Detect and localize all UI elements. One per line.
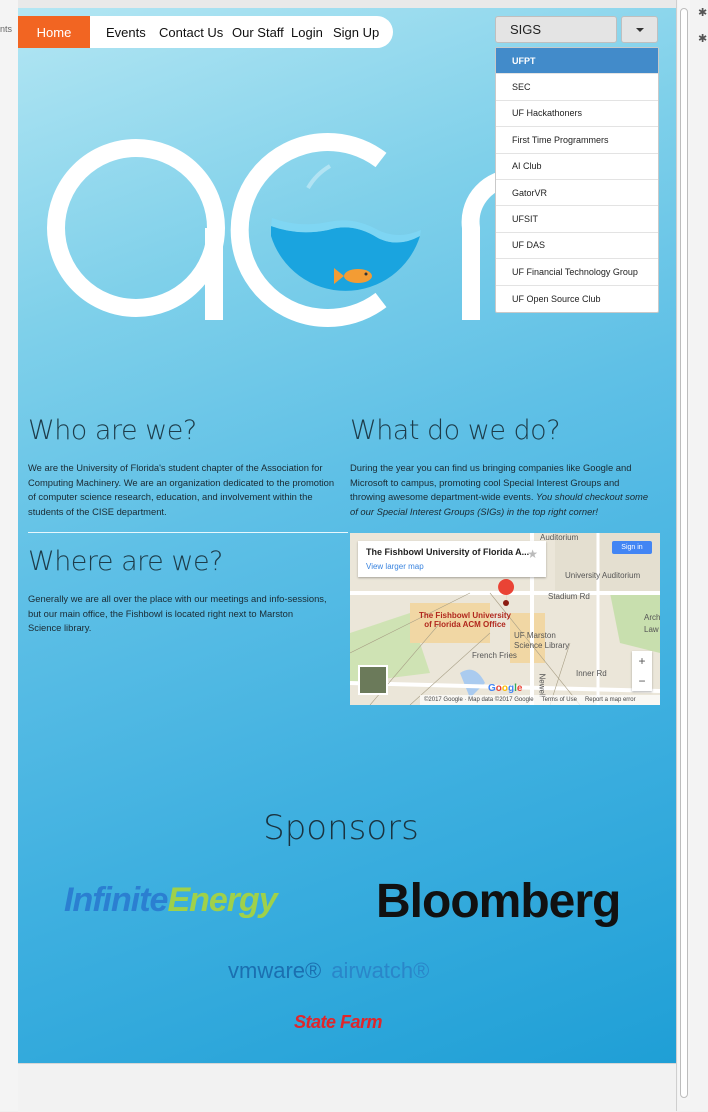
map-larger-link[interactable]: View larger map: [366, 562, 424, 571]
what-heading: What do we do?: [350, 415, 561, 446]
sig-item-ai-club[interactable]: AI Club: [496, 154, 658, 180]
map-label-fishbowl: The Fishbowl University of Florida ACM Of…: [410, 611, 520, 629]
nav-login[interactable]: Login: [291, 16, 323, 48]
sig-item-open-source[interactable]: UF Open Source Club: [496, 286, 658, 312]
map-signin-button[interactable]: Sign in: [612, 541, 652, 554]
map-label-library-1: UF Marston: [514, 631, 556, 640]
nav-contact[interactable]: Contact Us: [159, 16, 223, 48]
gear-icon-2[interactable]: ✱: [698, 32, 707, 45]
sig-item-ufpt[interactable]: UFPT: [496, 48, 658, 75]
page-footer-area: [18, 1063, 676, 1112]
sig-item-ufsit[interactable]: UFSIT: [496, 206, 658, 233]
nav-events[interactable]: Events: [106, 16, 146, 48]
map-label-archi: Archite: [644, 613, 660, 622]
map-street-view-thumbnail[interactable]: [358, 665, 388, 695]
where-text: Generally we are all over the place with…: [28, 593, 327, 633]
sponsor-infinite-energy-logo[interactable]: InfiniteEnergy: [64, 881, 278, 920]
map-label-auditorium: University Auditorium: [565, 571, 641, 580]
page-content: Home Events Contact Us Our Staff Login S…: [18, 8, 676, 1063]
map-title: The Fishbowl University of Florida A...: [366, 547, 530, 557]
sponsors-heading: Sponsors: [263, 808, 419, 848]
google-logo: Google: [488, 683, 523, 694]
sponsor-bloomberg-logo[interactable]: Bloomberg: [376, 874, 621, 929]
map-label-inner: Inner Rd: [576, 669, 607, 678]
sponsor-vmware-airwatch-logo[interactable]: vmware® airwatch®: [228, 958, 429, 984]
map-label-law: Law: [644, 625, 659, 634]
map-terms-link[interactable]: Terms of Use: [542, 697, 577, 703]
sigs-dropdown-button[interactable]: SIGS: [495, 16, 617, 43]
map-zoom-control: + −: [632, 651, 652, 691]
navbar: Home Events Contact Us Our Staff Login S…: [18, 16, 393, 48]
map-label-library-2: Science Library: [514, 641, 570, 650]
map-attribution: ©2017 Google · Map data ©2017 Google: [424, 697, 534, 703]
what-text: During the year you can find us bringing…: [350, 461, 655, 519]
sigs-dropdown-toggle[interactable]: [621, 16, 658, 43]
sig-item-gatorvr[interactable]: GatorVR: [496, 180, 658, 207]
map-footer: ©2017 Google · Map data ©2017 Google Ter…: [420, 695, 660, 705]
map-label-fishbowl-1: The Fishbowl University: [418, 611, 511, 620]
infinite-text: Infinite: [64, 881, 168, 919]
gear-icon[interactable]: ✱: [698, 6, 707, 19]
left-panel: nts: [0, 0, 18, 1111]
map-label-fishbowl-2: of Florida ACM Office: [424, 620, 506, 629]
section-divider: [28, 532, 348, 533]
map-info-card: The Fishbowl University of Florida A... …: [358, 541, 546, 577]
sigs-dropdown-menu: UFPT SEC UF Hackathoners First Time Prog…: [495, 47, 659, 313]
star-icon[interactable]: ★: [527, 547, 538, 561]
left-panel-fragment: nts: [0, 24, 13, 34]
who-heading: Who are we?: [28, 415, 197, 446]
sig-item-first-time-programmers[interactable]: First Time Programmers: [496, 127, 658, 154]
sig-item-hackathoners[interactable]: UF Hackathoners: [496, 101, 658, 128]
caret-down-icon: [635, 27, 644, 32]
map-report-link[interactable]: Report a map error: [585, 697, 636, 703]
map-label-stadium: Stadium Rd: [548, 592, 590, 601]
sig-item-fintech[interactable]: UF Financial Technology Group: [496, 259, 658, 286]
where-heading: Where are we?: [28, 546, 223, 577]
scrollbar-thumb[interactable]: [680, 8, 688, 1098]
airwatch-text: airwatch®: [331, 958, 430, 983]
map-label-newell: Newell: [537, 673, 547, 698]
energy-text: Energy: [167, 881, 277, 919]
who-text: We are the University of Florida's stude…: [28, 462, 335, 517]
vmware-text: vmware®: [228, 958, 322, 983]
google-map[interactable]: The Fishbowl University of Florida A... …: [350, 533, 660, 705]
sig-item-uf-das[interactable]: UF DAS: [496, 233, 658, 260]
sig-item-sec[interactable]: SEC: [496, 74, 658, 101]
map-label-auditorium-top: Auditorium: [540, 533, 579, 542]
zoom-out-button[interactable]: −: [632, 671, 652, 691]
map-label-fries: French Fries: [472, 651, 517, 660]
nav-staff[interactable]: Our Staff: [232, 16, 284, 48]
sponsor-statefarm-logo[interactable]: State Farm: [294, 1012, 383, 1033]
nav-home[interactable]: Home: [18, 16, 90, 48]
nav-signup[interactable]: Sign Up: [333, 16, 379, 48]
zoom-in-button[interactable]: +: [632, 651, 652, 671]
